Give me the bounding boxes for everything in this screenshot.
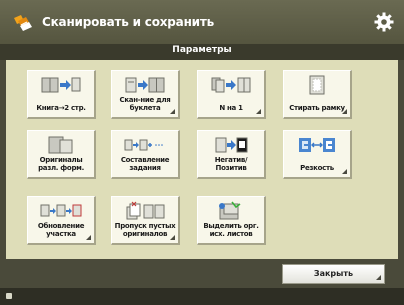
- book-to-two-pages-icon: [41, 77, 81, 93]
- sharpness-icon: [299, 138, 335, 152]
- tile-sharpness[interactable]: Резкость: [283, 130, 352, 179]
- tile-label: N на 1: [219, 104, 243, 112]
- tile-label: Пропуск пустых оригиналов: [114, 222, 176, 238]
- submenu-corner-icon: [86, 235, 91, 240]
- tile-different-size-originals[interactable]: Оригиналы разл. форм.: [27, 130, 96, 179]
- tile-label: Резкость: [300, 164, 334, 172]
- tile-negative-positive[interactable]: Негатив/Позитив: [197, 130, 266, 179]
- close-button[interactable]: Закрыть: [282, 264, 385, 284]
- tile-job-build[interactable]: Составление задания: [111, 130, 180, 179]
- submenu-corner-icon: [376, 275, 381, 280]
- app-title: Сканировать и сохранить: [42, 15, 215, 29]
- skip-blank-pages-icon: [126, 201, 165, 220]
- submenu-corner-icon: [170, 235, 175, 240]
- submenu-corner-icon: [342, 109, 347, 114]
- header-bar: Сканировать и сохранить: [0, 0, 404, 44]
- gear-icon[interactable]: [373, 11, 395, 33]
- tile-label: Негатив/Позитив: [214, 156, 248, 172]
- submenu-corner-icon: [256, 109, 261, 114]
- section-title: Параметры: [172, 45, 232, 55]
- different-size-originals-icon: [48, 136, 73, 154]
- tile-label: Выделить орг. исх. листов: [203, 222, 259, 238]
- tile-label: Обновление участка: [37, 222, 85, 238]
- tile-book-to-two-pages[interactable]: Книга→2 стр.: [27, 70, 96, 119]
- tile-n-on-1[interactable]: N на 1: [197, 70, 266, 119]
- feed-originals-icon: [219, 201, 241, 220]
- area-update-icon: [40, 204, 82, 217]
- tile-label: Стирать рамку: [289, 104, 345, 112]
- tile-label: Составление задания: [120, 156, 170, 172]
- tile-area-update[interactable]: Обновление участка: [27, 196, 96, 245]
- submenu-corner-icon: [342, 169, 347, 174]
- tile-erase-frame[interactable]: Стирать рамку: [283, 70, 352, 119]
- negative-positive-icon: [215, 137, 248, 153]
- scan-save-icon: [14, 15, 32, 31]
- screen: Сканировать и сохранить Параметры Книга→…: [0, 0, 404, 305]
- section-header: Параметры: [0, 44, 404, 60]
- booklet-scan-icon: [125, 77, 165, 93]
- submenu-corner-icon: [170, 109, 175, 114]
- n-on-1-icon: [211, 77, 251, 93]
- tile-skip-blank-pages[interactable]: Пропуск пустых оригиналов: [111, 196, 180, 245]
- tile-label: Оригиналы разл. форм.: [38, 156, 84, 172]
- status-icon: [6, 293, 12, 299]
- footer-bar: Закрыть: [0, 259, 404, 288]
- job-build-icon: [124, 139, 163, 151]
- close-button-label: Закрыть: [313, 269, 354, 278]
- status-bar: [0, 288, 404, 305]
- tile-booklet-scan[interactable]: Скан-ние для буклета: [111, 70, 180, 119]
- tile-label: Скан-ние для буклета: [119, 96, 171, 112]
- tile-feed-originals[interactable]: Выделить орг. исх. листов: [197, 196, 266, 245]
- tile-label: Книга→2 стр.: [36, 104, 86, 112]
- erase-frame-icon: [309, 75, 325, 95]
- options-panel: Книга→2 стр. Скан-ние для буклета N на 1: [6, 60, 398, 259]
